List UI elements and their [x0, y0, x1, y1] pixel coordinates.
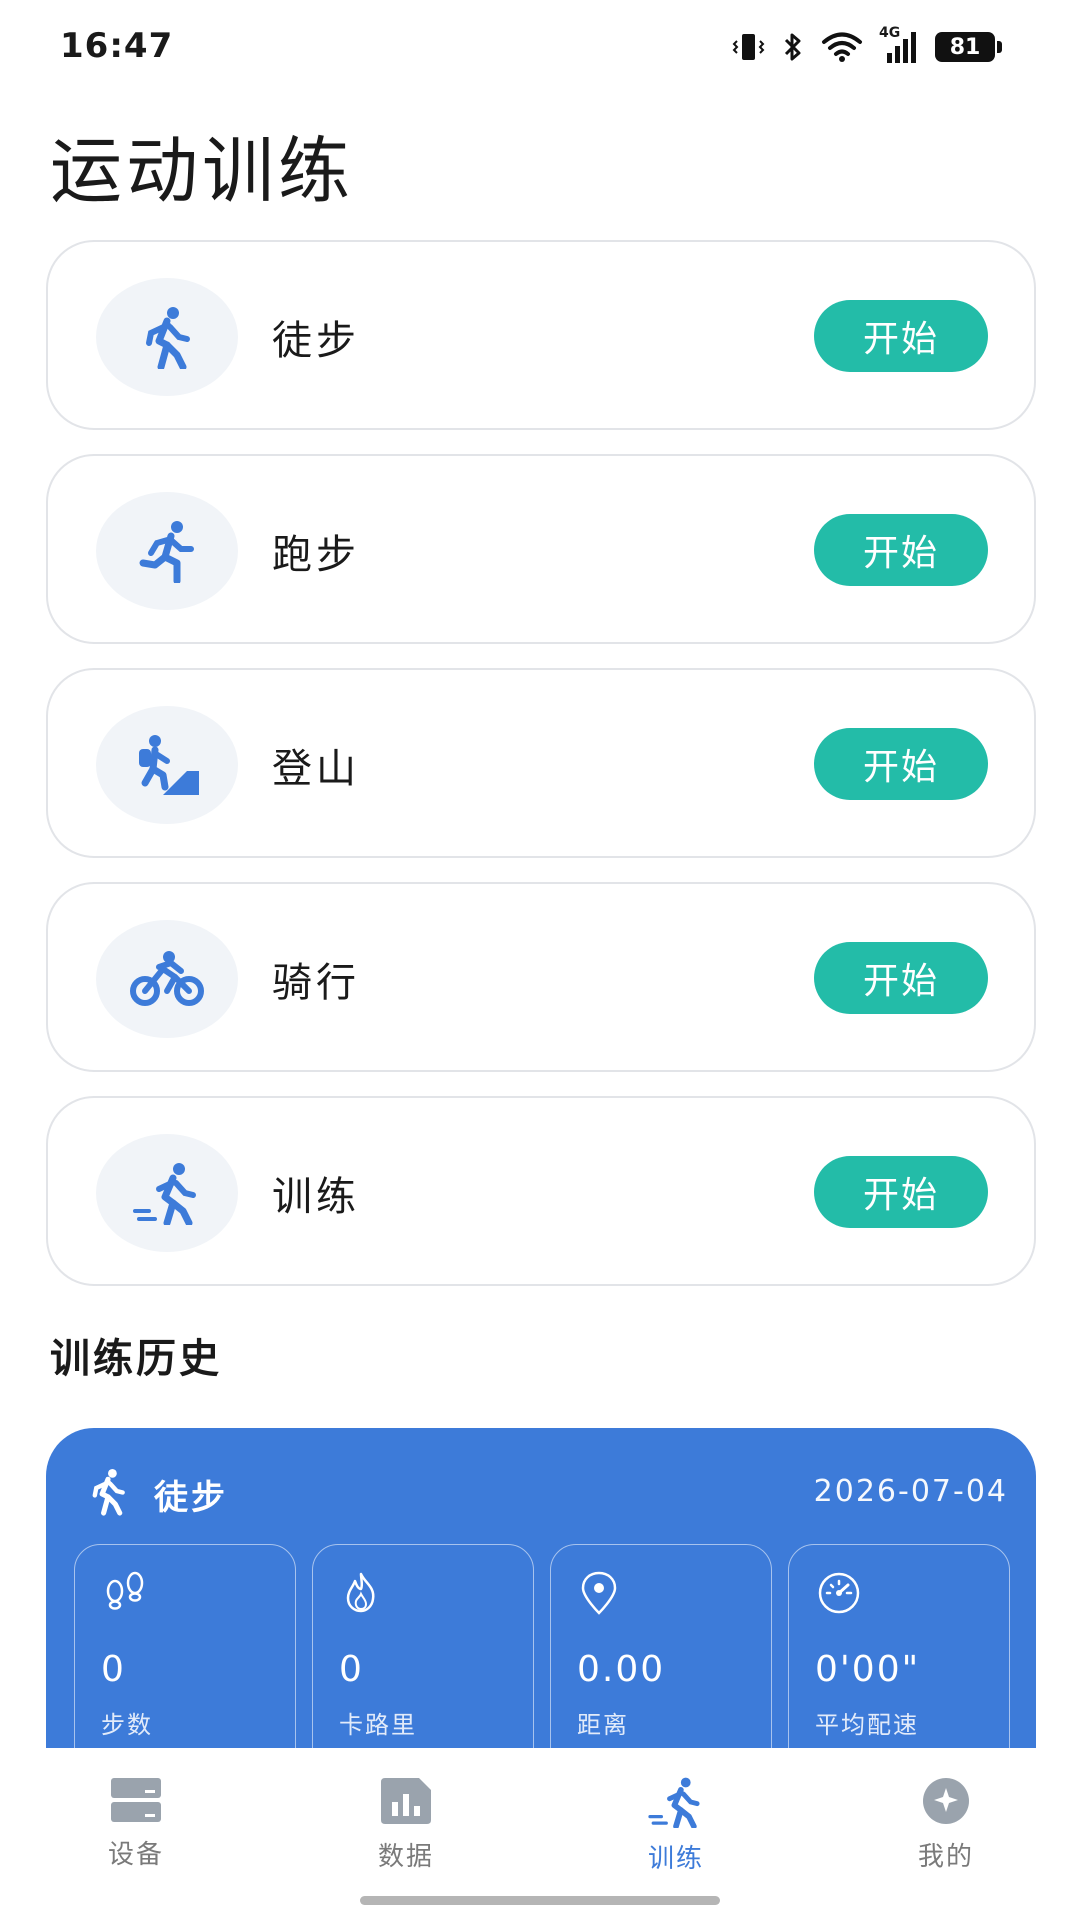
nav-label: 数据 — [377, 1842, 434, 1872]
profile-icon — [919, 1776, 973, 1830]
running-icon — [96, 492, 238, 610]
stat-label: 步数 — [101, 1711, 153, 1739]
sport-card-walking[interactable]: 徒步 开始 — [46, 240, 1036, 430]
status-bar: 16:47 4G 81 — [0, 0, 1080, 96]
stat-row: 0 步数 0 卡路里 0.00 距离 0'00" 平均配速 — [74, 1544, 1010, 1748]
stat-value: 0 — [101, 1649, 126, 1690]
sport-label: 骑行 — [272, 960, 360, 1006]
start-cycling-button[interactable]: 开始 — [814, 942, 988, 1014]
training-icon — [646, 1776, 706, 1832]
nav-item-training[interactable]: 训练 — [596, 1776, 756, 1875]
sport-card-cycling[interactable]: 骑行 开始 — [46, 882, 1036, 1072]
stat-value: 0 — [339, 1649, 364, 1690]
vibrate-icon — [731, 30, 765, 64]
stat-distance: 0.00 距离 — [550, 1544, 772, 1748]
start-training-button[interactable]: 开始 — [814, 1156, 988, 1228]
sport-label: 跑步 — [272, 532, 360, 578]
stat-value: 0'00" — [815, 1649, 921, 1690]
sport-card-training[interactable]: 训练 开始 — [46, 1096, 1036, 1286]
signal-icon: 4G — [879, 25, 919, 63]
nav-item-data[interactable]: 数据 — [326, 1776, 486, 1873]
page-title: 运动训练 — [50, 129, 355, 213]
nav-item-profile[interactable]: 我的 — [866, 1776, 1026, 1873]
status-time: 16:47 — [60, 26, 174, 66]
stat-label: 卡路里 — [339, 1711, 417, 1739]
history-record-card[interactable]: 徒步 2026-07-04 0 步数 0 卡路里 0.00 距离 0'00" 平… — [46, 1428, 1036, 1748]
data-chart-icon — [379, 1776, 433, 1830]
sport-card-hiking[interactable]: 登山 开始 — [46, 668, 1036, 858]
walking-icon — [86, 1466, 130, 1520]
footprints-icon — [103, 1571, 147, 1615]
home-indicator[interactable] — [360, 1896, 720, 1905]
start-running-button[interactable]: 开始 — [814, 514, 988, 586]
cycling-icon — [96, 920, 238, 1038]
stat-steps: 0 步数 — [74, 1544, 296, 1748]
start-hiking-button[interactable]: 开始 — [814, 728, 988, 800]
status-icons: 4G 81 — [731, 25, 1002, 64]
walking-icon — [96, 278, 238, 396]
sport-label: 训练 — [272, 1174, 360, 1220]
battery-level: 81 — [935, 32, 995, 62]
stat-pace: 0'00" 平均配速 — [788, 1544, 1010, 1748]
stat-value: 0.00 — [577, 1649, 666, 1690]
nav-label: 训练 — [647, 1844, 704, 1874]
history-record-date: 2026-07-04 — [813, 1474, 1008, 1509]
stat-calories: 0 卡路里 — [312, 1544, 534, 1748]
nav-item-device[interactable]: 设备 — [56, 1776, 216, 1871]
hiking-icon — [96, 706, 238, 824]
sport-label: 登山 — [272, 746, 360, 792]
speedometer-icon — [817, 1571, 861, 1619]
sport-list: 徒步 开始 跑步 开始 登山 开始 骑行 开始 训练 开始 — [46, 240, 1036, 1310]
history-title: 训练历史 — [50, 1336, 222, 1382]
flame-icon — [341, 1571, 381, 1617]
device-icon — [109, 1776, 163, 1828]
bottom-nav: 设备 数据 训练 我的 — [0, 1748, 1080, 1920]
sport-card-running[interactable]: 跑步 开始 — [46, 454, 1036, 644]
nav-label: 我的 — [917, 1842, 974, 1872]
nav-label: 设备 — [107, 1840, 164, 1870]
stat-label: 距离 — [577, 1711, 629, 1739]
wifi-icon — [821, 31, 863, 63]
start-walking-button[interactable]: 开始 — [814, 300, 988, 372]
sport-label: 徒步 — [272, 318, 360, 364]
battery-icon: 81 — [935, 32, 1002, 62]
stat-label: 平均配速 — [815, 1711, 919, 1739]
location-pin-icon — [579, 1571, 619, 1619]
training-icon — [96, 1134, 238, 1252]
network-type: 4G — [879, 25, 901, 41]
history-record-type: 徒步 — [154, 1478, 228, 1518]
bluetooth-icon — [781, 30, 805, 64]
